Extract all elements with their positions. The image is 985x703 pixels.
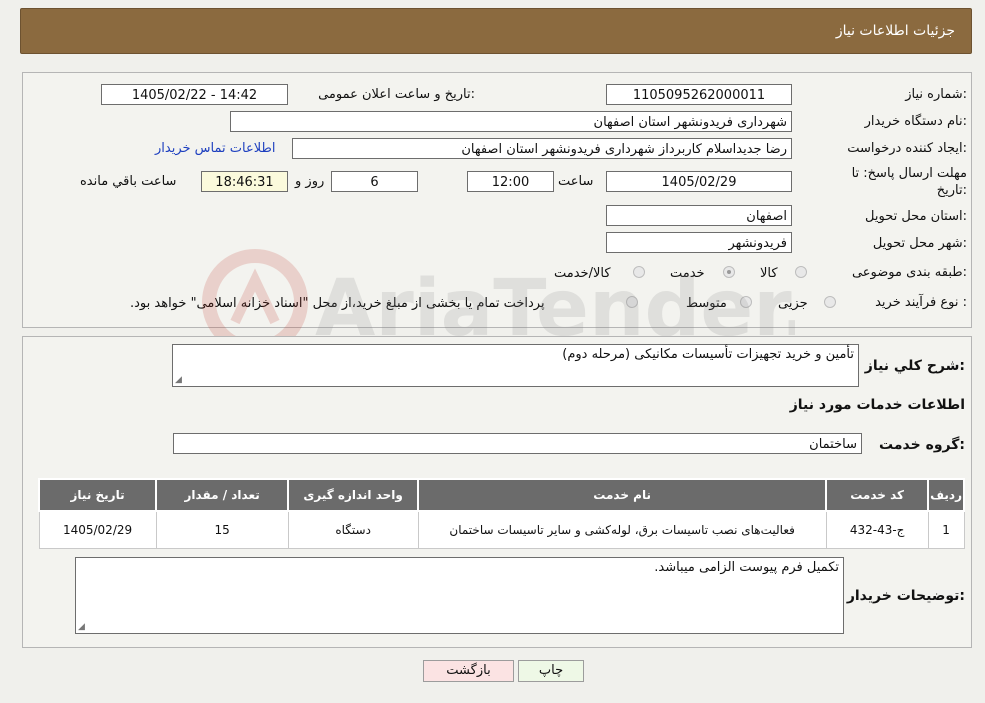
category-option-goods-service: کالا/خدمت xyxy=(554,266,611,281)
category-radio-service[interactable] xyxy=(723,266,735,278)
summary-text: تأمین و خرید تجهیزات تأسیسات مکانیکی (مر… xyxy=(562,347,854,362)
cell-service-code: ج-43-432 xyxy=(825,510,929,549)
city-field: فریدونشهر xyxy=(606,232,792,253)
buyer-notes-textarea[interactable]: تکمیل فرم پیوست الزامی میباشد. ◢ xyxy=(75,557,844,634)
resize-grip-icon[interactable]: ◢ xyxy=(175,375,182,385)
need-number-field: 1105095262000011 xyxy=(606,84,792,105)
process-treasury-note: پرداخت تمام یا بخشی از مبلغ خرید،از محل … xyxy=(130,296,545,311)
requester-field: رضا جدیداسلام کاربرداز شهرداری فریدونشهر… xyxy=(292,138,792,159)
cell-row-number: 1 xyxy=(927,510,965,549)
requester-label: ایجاد کننده درخواست: xyxy=(847,141,967,156)
cell-unit: دستگاه xyxy=(287,510,419,549)
province-label: استان محل تحویل: xyxy=(865,209,967,224)
print-button[interactable]: چاپ xyxy=(518,660,584,682)
resize-grip-icon[interactable]: ◢ xyxy=(78,622,85,632)
category-radio-goods-service[interactable] xyxy=(633,266,645,278)
process-radio-minor[interactable] xyxy=(824,296,836,308)
buyer-notes-text: تکمیل فرم پیوست الزامی میباشد. xyxy=(654,560,839,575)
service-group-label: گروه خدمت: xyxy=(879,437,965,453)
category-option-goods: کالا xyxy=(760,266,778,281)
col-quantity: تعداد / مقدار xyxy=(155,478,290,512)
col-service-code: کد خدمت xyxy=(825,478,930,512)
cell-need-date: 1405/02/29 xyxy=(38,510,157,549)
remaining-time-label: ساعت باقي مانده xyxy=(80,174,177,189)
col-service-name: نام خدمت xyxy=(417,478,828,512)
process-option-medium: متوسط xyxy=(686,296,727,311)
page-header: جزئیات اطلاعات نیاز xyxy=(20,8,972,54)
announce-label: تاریخ و ساعت اعلان عمومی: xyxy=(318,87,475,102)
process-radio-medium[interactable] xyxy=(740,296,752,308)
category-option-service: خدمت xyxy=(670,266,705,281)
col-row-number: ردیف xyxy=(927,478,965,512)
process-option-minor: جزیی xyxy=(778,296,808,311)
buyer-contact-link[interactable]: اطلاعات تماس خریدار xyxy=(155,141,275,156)
city-label: شهر محل تحویل: xyxy=(872,236,967,251)
buyer-org-label: نام دستگاه خریدار: xyxy=(864,114,967,129)
deadline-label-line1: مهلت ارسال پاسخ: تا xyxy=(851,166,967,181)
announce-field: 1405/02/22 - 14:42 xyxy=(101,84,288,105)
deadline-time-label: ساعت xyxy=(558,174,594,189)
services-table: ردیف کد خدمت نام خدمت واحد اندازه گیری ت… xyxy=(37,478,965,549)
process-label: نوع فرآیند خرید : xyxy=(875,295,967,310)
col-unit: واحد اندازه گیری xyxy=(287,478,420,512)
summary-textarea[interactable]: تأمین و خرید تجهیزات تأسیسات مکانیکی (مر… xyxy=(172,344,859,387)
buyer-org-field: شهرداری فریدونشهر استان اصفهان xyxy=(230,111,792,132)
table-header-row: ردیف کد خدمت نام خدمت واحد اندازه گیری ت… xyxy=(37,478,965,512)
cell-quantity: 15 xyxy=(155,510,289,549)
deadline-time-field: 12:00 xyxy=(467,171,554,192)
deadline-label-line2: تاریخ: xyxy=(936,183,967,198)
back-button[interactable]: بازگشت xyxy=(423,660,514,682)
category-radio-goods[interactable] xyxy=(795,266,807,278)
category-label: طبقه بندی موضوعی: xyxy=(851,265,967,280)
need-number-label: شماره نیاز: xyxy=(905,87,967,102)
deadline-days-label: روز و xyxy=(295,174,325,189)
page-title: جزئیات اطلاعات نیاز xyxy=(835,23,955,39)
buyer-notes-label: توضیحات خریدار: xyxy=(846,588,965,604)
province-field: اصفهان xyxy=(606,205,792,226)
process-radio-treasury[interactable] xyxy=(626,296,638,308)
deadline-days-field: 6 xyxy=(331,171,418,192)
remaining-time-field: 18:46:31 xyxy=(201,171,288,192)
deadline-date-field: 1405/02/29 xyxy=(606,171,792,192)
services-section-title: اطلاعات خدمات مورد نیاز xyxy=(789,397,965,413)
summary-label: شرح کلي نیاز: xyxy=(864,358,965,374)
table-row: 1 ج-43-432 فعالیت‌های نصب تاسیسات برق، ل… xyxy=(38,510,965,549)
col-need-date: تاریخ نیاز xyxy=(37,478,158,512)
cell-service-name: فعالیت‌های نصب تاسیسات برق، لوله‌کشی و س… xyxy=(417,510,827,549)
service-group-field: ساختمان xyxy=(173,433,862,454)
